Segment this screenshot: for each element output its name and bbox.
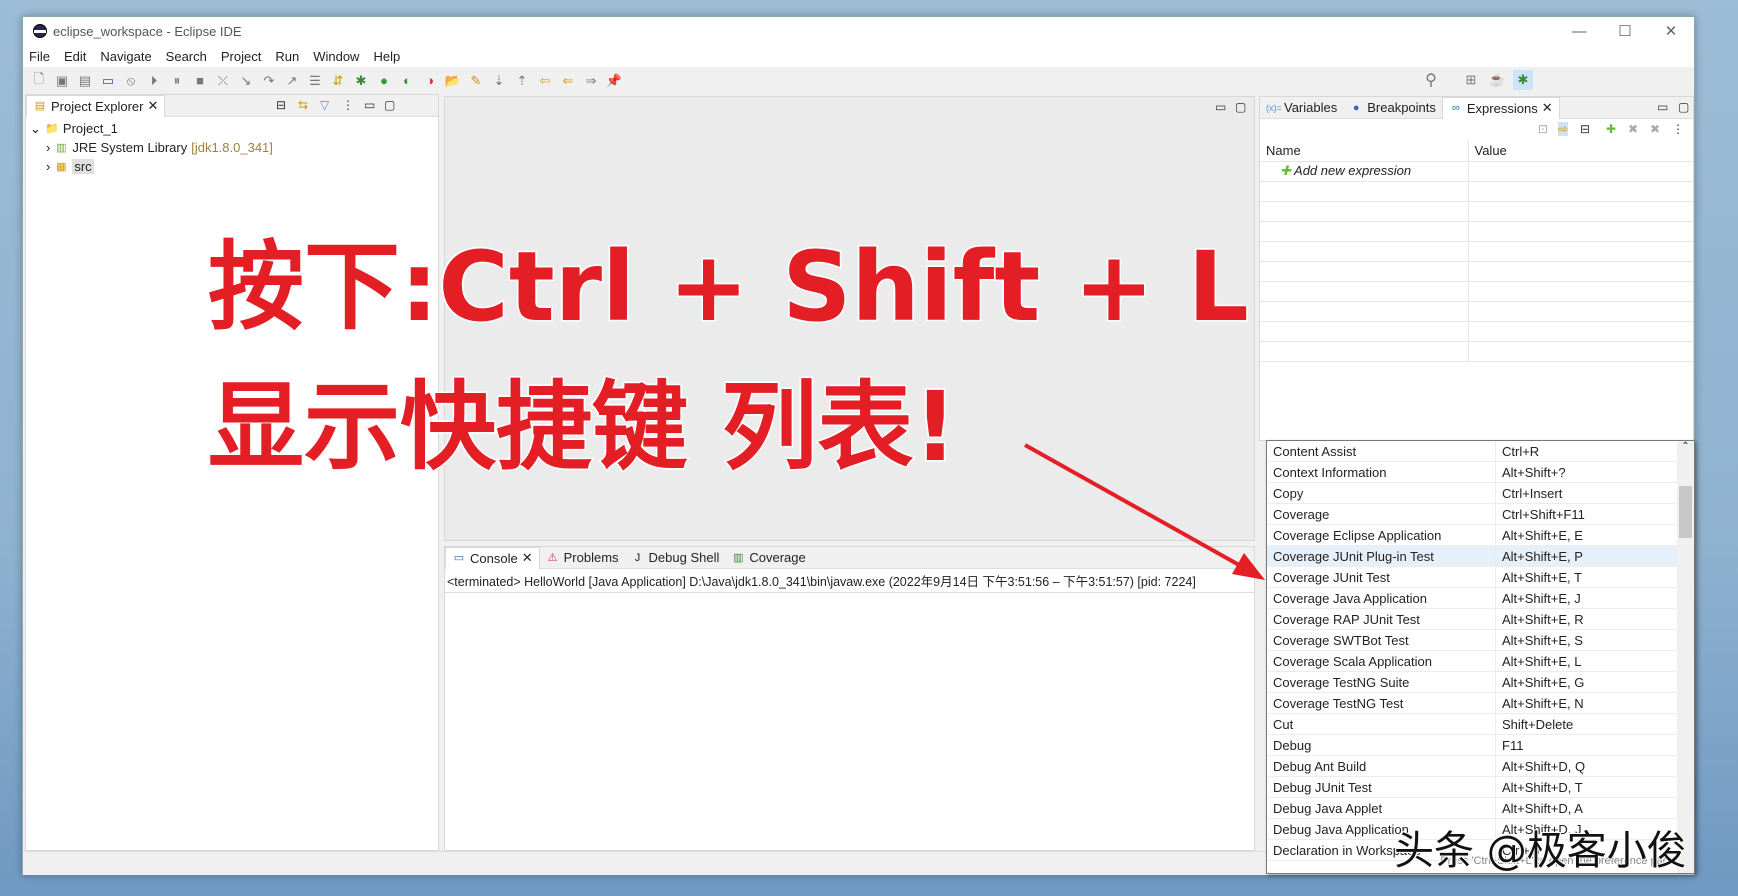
red-arrow [1024, 443, 1265, 580]
watermark: 头条 @极客小俊 [1393, 827, 1688, 875]
arrow-shaft [1024, 443, 1249, 572]
arrow-head [1232, 553, 1265, 580]
